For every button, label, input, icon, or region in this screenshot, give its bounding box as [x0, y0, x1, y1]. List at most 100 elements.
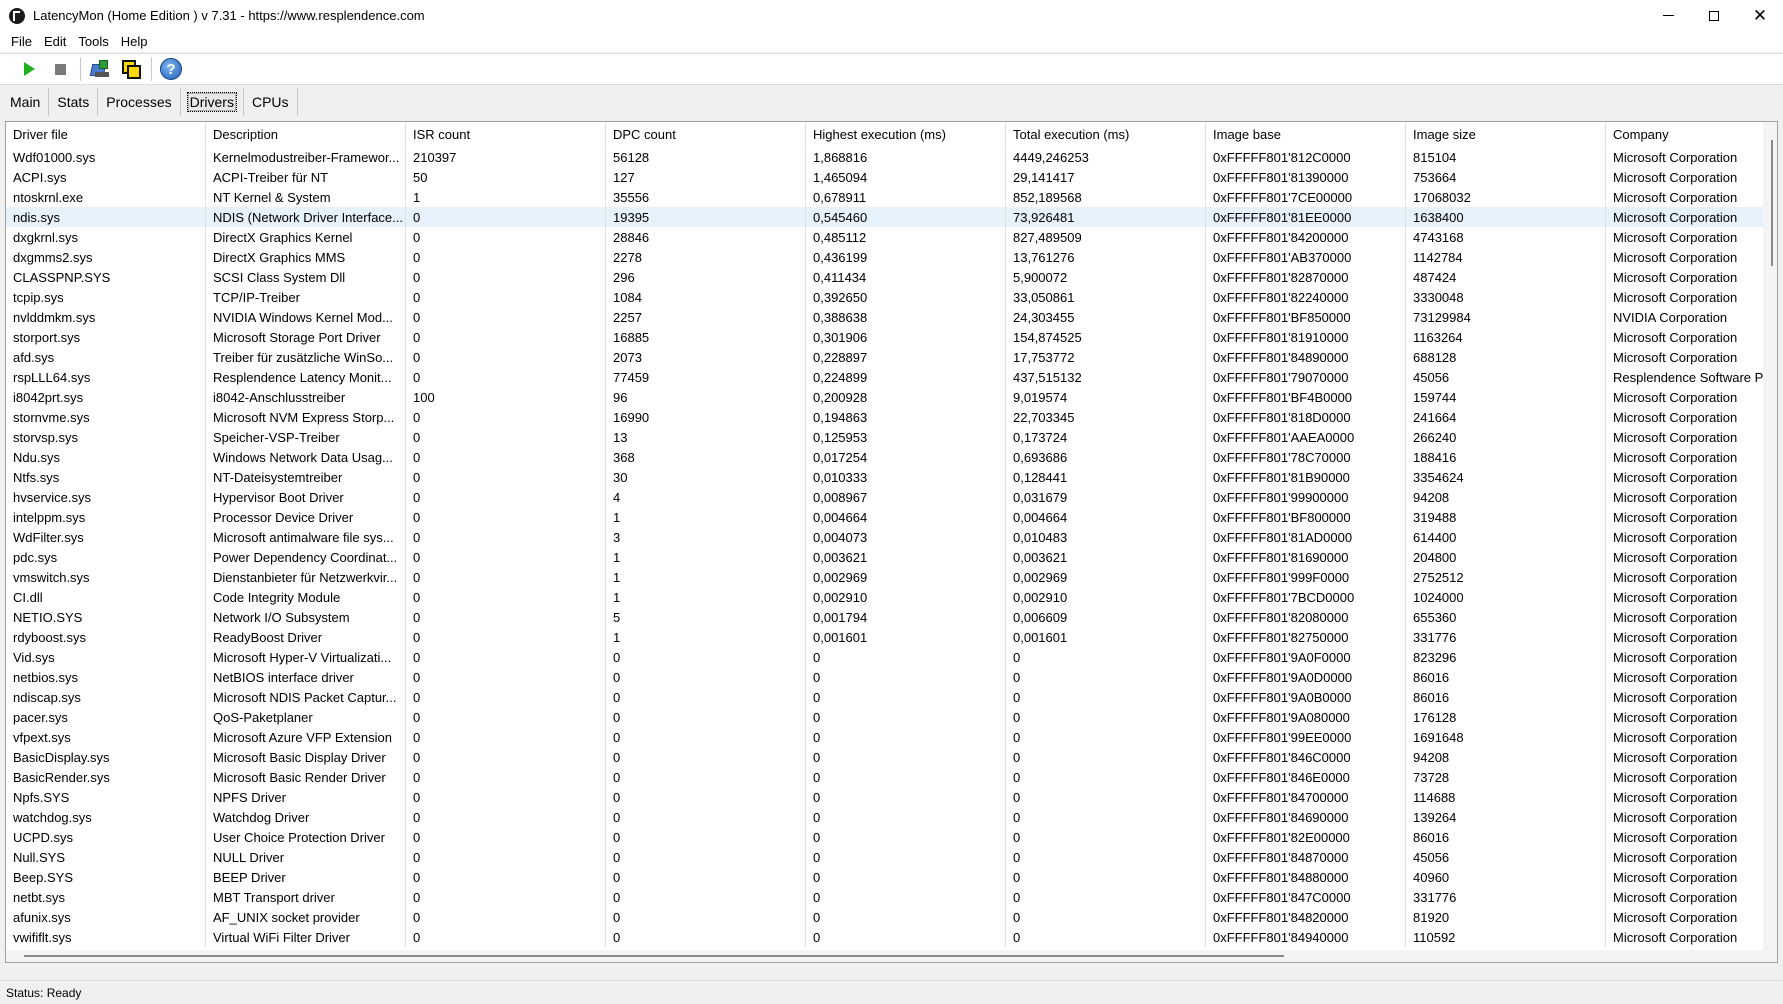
column-header-description[interactable]: Description [206, 122, 406, 146]
table-row[interactable]: storport.sys Microsoft Storage Port Drive… [6, 327, 1777, 347]
column-header-image-size[interactable]: Image size [1406, 122, 1606, 146]
cell-driver-file: afd.sys [6, 347, 206, 367]
table-row[interactable]: netbt.sys MBT Transport driver 0 0 0 0 0xFFFFF… [6, 887, 1777, 907]
cell-highest-execution: 0,194863 [806, 407, 1006, 427]
table-row[interactable]: storvsp.sys Speicher-VSP-Treiber 0 13 0,1259… [6, 427, 1777, 447]
table-row[interactable]: Beep.SYS BEEP Driver 0 0 0 0 0xFFFFF801'848800… [6, 867, 1777, 887]
table-row[interactable]: vwififlt.sys Virtual WiFi Filter Driver 0 0… [6, 927, 1777, 947]
cell-dpc-count: 0 [606, 907, 806, 927]
cell-highest-execution: 0,678911 [806, 187, 1006, 207]
maximize-button[interactable] [1691, 0, 1737, 31]
table-row[interactable]: vmswitch.sys Dienstanbieter für Netzwerkv… [6, 567, 1777, 587]
table-row[interactable]: dxgkrnl.sys DirectX Graphics Kernel 0 28846… [6, 227, 1777, 247]
cell-isr-count: 0 [406, 487, 606, 507]
menu-edit[interactable]: Edit [38, 34, 72, 49]
cell-total-execution: 0,002910 [1006, 587, 1206, 607]
table-row[interactable]: ndis.sys NDIS (Network Driver Interface..… [6, 207, 1777, 227]
cell-highest-execution: 0 [806, 687, 1006, 707]
horizontal-scrollbar[interactable] [6, 950, 1765, 962]
cell-image-size: 331776 [1406, 887, 1606, 907]
cell-driver-file: BasicRender.sys [6, 767, 206, 787]
table-row[interactable]: UCPD.sys User Choice Protection Driver 0 0 0… [6, 827, 1777, 847]
table-row[interactable]: Null.SYS NULL Driver 0 0 0 0 0xFFFFF801'848700… [6, 847, 1777, 867]
table-row[interactable]: dxgmms2.sys DirectX Graphics MMS 0 2278 0,43… [6, 247, 1777, 267]
table-row[interactable]: pacer.sys QoS-Paketplaner 0 0 0 0 0xFFFFF801'9… [6, 707, 1777, 727]
cell-total-execution: 4449,246253 [1006, 147, 1206, 167]
cell-image-size: 1163264 [1406, 327, 1606, 347]
stop-monitor-button[interactable] [47, 56, 73, 82]
drivers-tool-button[interactable] [87, 56, 113, 82]
table-row[interactable]: Vid.sys Microsoft Hyper-V Virtualizati...… [6, 647, 1777, 667]
horizontal-scroll-thumb[interactable] [24, 955, 1284, 957]
cell-total-execution: 0,004664 [1006, 507, 1206, 527]
minimize-icon [1662, 15, 1674, 16]
table-row[interactable]: rspLLL64.sys Resplendence Latency Monit..… [6, 367, 1777, 387]
table-row[interactable]: afd.sys Treiber für zusätzliche WinSo... 0… [6, 347, 1777, 367]
table-row[interactable]: watchdog.sys Watchdog Driver 0 0 0 0 0xFFFFF80… [6, 807, 1777, 827]
table-row[interactable]: NETIO.SYS Network I/O Subsystem 0 5 0,001794… [6, 607, 1777, 627]
table-row[interactable]: BasicRender.sys Microsoft Basic Render Dr… [6, 767, 1777, 787]
minimize-button[interactable] [1645, 0, 1691, 31]
table-row[interactable]: nvlddmkm.sys NVIDIA Windows Kernel Mod...… [6, 307, 1777, 327]
tab-drivers[interactable]: Drivers [181, 88, 244, 116]
column-header-isr-count[interactable]: ISR count [406, 122, 606, 146]
table-row[interactable]: rdyboost.sys ReadyBoost Driver 0 1 0,001601 0… [6, 627, 1777, 647]
table-row[interactable]: ntoskrnl.exe NT Kernel & System 1 35556 0,67… [6, 187, 1777, 207]
table-row[interactable]: hvservice.sys Hypervisor Boot Driver 0 4 0,0… [6, 487, 1777, 507]
close-button[interactable]: ✕ [1737, 0, 1783, 31]
menu-help[interactable]: Help [115, 34, 154, 49]
cell-image-size: 2752512 [1406, 567, 1606, 587]
help-button[interactable]: ? [158, 56, 184, 82]
window-title: LatencyMon (Home Edition ) v 7.31 - http… [33, 8, 425, 23]
table-row[interactable]: netbios.sys NetBIOS interface driver 0 0 0 0 0… [6, 667, 1777, 687]
column-header-company[interactable]: Company [1606, 122, 1777, 146]
cell-isr-count: 0 [406, 647, 606, 667]
cpu-tool-button[interactable] [118, 56, 144, 82]
column-header-image-base[interactable]: Image base [1206, 122, 1406, 146]
table-row[interactable]: CI.dll Code Integrity Module 0 1 0,002910 0,0… [6, 587, 1777, 607]
table-row[interactable]: pdc.sys Power Dependency Coordinat... 0 1 0,… [6, 547, 1777, 567]
window-controls: ✕ [1645, 0, 1783, 31]
cell-total-execution: 33,050861 [1006, 287, 1206, 307]
table-row[interactable]: WdFilter.sys Microsoft antimalware file s… [6, 527, 1777, 547]
table-row[interactable]: vfpext.sys Microsoft Azure VFP Extension 0… [6, 727, 1777, 747]
column-header-total-execution[interactable]: Total execution (ms) [1006, 122, 1206, 146]
table-row[interactable]: BasicDisplay.sys Microsoft Basic Display … [6, 747, 1777, 767]
cell-image-size: 94208 [1406, 487, 1606, 507]
table-row[interactable]: Npfs.SYS NPFS Driver 0 0 0 0 0xFFFFF801'847000… [6, 787, 1777, 807]
table-row[interactable]: CLASSPNP.SYS SCSI Class System Dll 0 296 0,4… [6, 267, 1777, 287]
cell-image-size: 188416 [1406, 447, 1606, 467]
cell-description: Microsoft Basic Render Driver [206, 767, 406, 787]
cell-total-execution: 0 [1006, 907, 1206, 927]
table-row[interactable]: i8042prt.sys i8042-Anschlusstreiber 100 96 0… [6, 387, 1777, 407]
cell-highest-execution: 1,465094 [806, 167, 1006, 187]
table-row[interactable]: afunix.sys AF_UNIX socket provider 0 0 0 0 0xF… [6, 907, 1777, 927]
column-header-dpc-count[interactable]: DPC count [606, 122, 806, 146]
cell-description: TCP/IP-Treiber [206, 287, 406, 307]
table-row[interactable]: Wdf01000.sys Kernelmodustreiber-Framewor.… [6, 147, 1777, 167]
column-header-driver-file[interactable]: Driver file [6, 122, 206, 146]
tab-main[interactable]: Main [2, 88, 50, 116]
menu-tools[interactable]: Tools [72, 34, 114, 49]
start-monitor-button[interactable] [16, 56, 42, 82]
menu-file[interactable]: File [5, 34, 38, 49]
tab-processes[interactable]: Processes [98, 88, 181, 116]
table-row[interactable]: ndiscap.sys Microsoft NDIS Packet Captur.… [6, 687, 1777, 707]
tab-cpus[interactable]: CPUs [244, 88, 298, 116]
cell-description: Power Dependency Coordinat... [206, 547, 406, 567]
cell-isr-count: 100 [406, 387, 606, 407]
table-row[interactable]: ACPI.sys ACPI-Treiber für NT 50 127 1,465094… [6, 167, 1777, 187]
column-header-highest-execution[interactable]: Highest execution (ms) [806, 122, 1006, 146]
table-row[interactable]: Ntfs.sys NT-Dateisystemtreiber 0 30 0,010333… [6, 467, 1777, 487]
tab-stats[interactable]: Stats [49, 88, 99, 116]
cell-highest-execution: 0,545460 [806, 207, 1006, 227]
table-row[interactable]: stornvme.sys Microsoft NVM Express Storp.… [6, 407, 1777, 427]
cell-description: NT Kernel & System [206, 187, 406, 207]
table-row[interactable]: Ndu.sys Windows Network Data Usag... 0 368 0… [6, 447, 1777, 467]
vertical-scroll-thumb[interactable] [1771, 140, 1773, 266]
cell-image-base: 0xFFFFF801'79070000 [1206, 367, 1406, 387]
vertical-scrollbar[interactable] [1763, 122, 1777, 962]
table-row[interactable]: intelppm.sys Processor Device Driver 0 1 0,0… [6, 507, 1777, 527]
table-row[interactable]: tcpip.sys TCP/IP-Treiber 0 1084 0,392650 33,0… [6, 287, 1777, 307]
help-icon: ? [160, 58, 182, 80]
